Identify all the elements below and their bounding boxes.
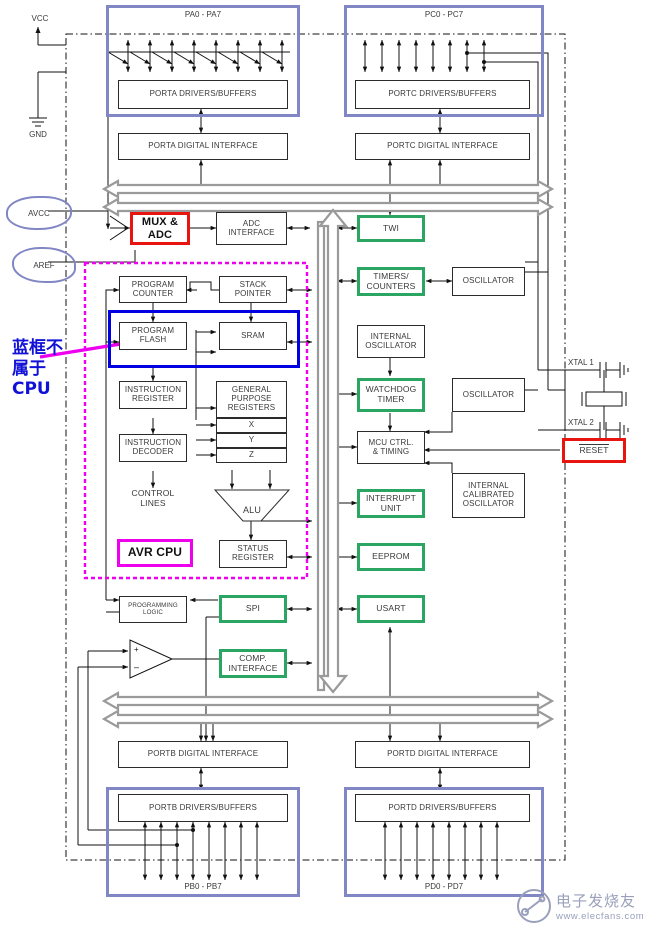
gpr-line3: REGISTERS	[227, 402, 276, 412]
status-register-line2: REGISTER	[231, 553, 275, 562]
annotation-line3: CPU	[12, 379, 51, 400]
comparator-plus-label: +	[134, 645, 139, 654]
diagram-wires	[29, 26, 629, 881]
programming-logic-line2: LOGIC	[142, 608, 163, 616]
xtal1-label: XTAL 1	[568, 358, 594, 367]
twi-block: TWI	[357, 215, 425, 242]
mux-adc-line2: ADC	[147, 228, 173, 241]
aref-pin-label: AREF	[33, 260, 55, 270]
portd-pin-label: PD0 - PD7	[424, 882, 464, 891]
internal-calibrated-oscillator-block: INTERNAL CALIBRATED OSCILLATOR	[452, 473, 525, 518]
timers-counters-line2: COUNTERS	[366, 280, 416, 291]
avr-cpu-label-box: AVR CPU	[117, 539, 193, 567]
annotation-line2: 属于	[12, 358, 46, 379]
portd-drivers-buffers: PORTD DRIVERS/BUFFERS	[355, 794, 530, 822]
program-flash-line2: FLASH	[139, 335, 167, 344]
mux-adc-line1: MUX &	[141, 216, 179, 229]
mcu-ctrl-timing-block: MCU CTRL. & TIMING	[357, 431, 425, 464]
spi-block: SPI	[219, 595, 287, 623]
stack-pointer-line2: POINTER	[234, 288, 272, 298]
reset-pin-box: RESET	[562, 438, 626, 463]
control-lines-label: CONTROL LINES	[119, 488, 187, 508]
instruction-register-line2: REGISTER	[131, 394, 175, 403]
portd-digital-interface: PORTD DIGITAL INTERFACE	[355, 741, 530, 768]
status-register-block: STATUS REGISTER	[219, 540, 287, 568]
avcc-pin-label: AVCC	[28, 208, 50, 218]
portb-pin-label: PB0 - PB7	[184, 882, 222, 891]
aref-pin-circle: AREF	[12, 247, 76, 283]
adc-interface-block: ADC INTERFACE	[216, 212, 287, 245]
comp-interface-line2: INTERFACE	[228, 662, 278, 673]
instruction-decoder-line2: DECODER	[132, 447, 174, 456]
index-register-x: X	[216, 418, 287, 433]
mcu-ctrl-line2: & TIMING	[372, 446, 410, 456]
sram-block: SRAM	[219, 322, 287, 350]
annotation-line1: 蓝框不	[12, 338, 63, 358]
program-counter-block: PROGRAM COUNTER	[119, 276, 187, 303]
oscillator-timer-block: OSCILLATOR	[452, 267, 525, 296]
general-purpose-registers-block: GENERAL PURPOSE REGISTERS	[216, 381, 287, 418]
eeprom-block: EEPROM	[357, 543, 425, 571]
calib-osc-line3: OSCILLATOR	[462, 498, 515, 508]
watchdog-timer-block: WATCHDOG TIMER	[357, 378, 425, 412]
instruction-decoder-block: INSTRUCTION DECODER	[119, 434, 187, 462]
comp-interface-block: COMP. INTERFACE	[219, 649, 287, 678]
index-register-z: Z	[216, 448, 287, 463]
watermark-cn-text: 电子发烧友	[556, 892, 637, 910]
interrupt-unit-line2: UNIT	[380, 502, 402, 513]
portc-digital-interface: PORTC DIGITAL INTERFACE	[355, 133, 530, 160]
watchdog-timer-line2: TIMER	[377, 394, 405, 404]
porta-drivers-buffers: PORTA DRIVERS/BUFFERS	[118, 80, 288, 109]
watermark-logo-icon	[517, 889, 551, 923]
alu-label: ALU	[242, 505, 262, 515]
reset-pin-label: RESET	[579, 443, 609, 455]
comparator-minus-label: –	[134, 662, 140, 672]
block-diagram-canvas: PA0 - PA7 PC0 - PC7 PB0 - PB7 PD0 - PD7 …	[0, 0, 651, 935]
watermark-url-text: www.elecfans.com	[556, 911, 645, 922]
index-register-y: Y	[216, 433, 287, 448]
avcc-pin-circle: AVCC	[6, 196, 72, 230]
programming-logic-block: PROGRAMMING LOGIC	[119, 596, 187, 623]
program-flash-block: PROGRAM FLASH	[119, 322, 187, 350]
porta-pin-label: PA0 - PA7	[184, 10, 222, 19]
usart-block: USART	[357, 595, 425, 623]
internal-oscillator-line2: OSCILLATOR	[365, 340, 417, 350]
interrupt-unit-block: INTERRUPT UNIT	[357, 489, 425, 518]
timers-counters-block: TIMERS/ COUNTERS	[357, 267, 425, 296]
porta-digital-interface: PORTA DIGITAL INTERFACE	[118, 133, 288, 160]
mux-and-adc-block: MUX & ADC	[130, 212, 190, 245]
internal-oscillator-block: INTERNAL OSCILLATOR	[357, 325, 425, 358]
adc-interface-line2: INTERFACE	[228, 227, 275, 237]
chinese-annotation: 蓝框不 属于 CPU	[12, 338, 92, 400]
xtal2-label: XTAL 2	[568, 418, 594, 427]
control-lines-line2: LINES	[140, 497, 166, 508]
portb-drivers-buffers: PORTB DRIVERS/BUFFERS	[118, 794, 288, 822]
program-counter-line2: COUNTER	[132, 288, 174, 298]
vcc-pin-label: VCC	[31, 14, 49, 23]
instruction-register-block: INSTRUCTION REGISTER	[119, 381, 187, 409]
gnd-pin-label: GND	[29, 130, 47, 139]
stack-pointer-block: STACK POINTER	[219, 276, 287, 303]
portc-pin-label: PC0 - PC7	[424, 10, 464, 19]
portc-drivers-buffers: PORTC DRIVERS/BUFFERS	[355, 80, 530, 109]
portb-digital-interface: PORTB DIGITAL INTERFACE	[118, 741, 288, 768]
oscillator-xtal-block: OSCILLATOR	[452, 378, 525, 412]
